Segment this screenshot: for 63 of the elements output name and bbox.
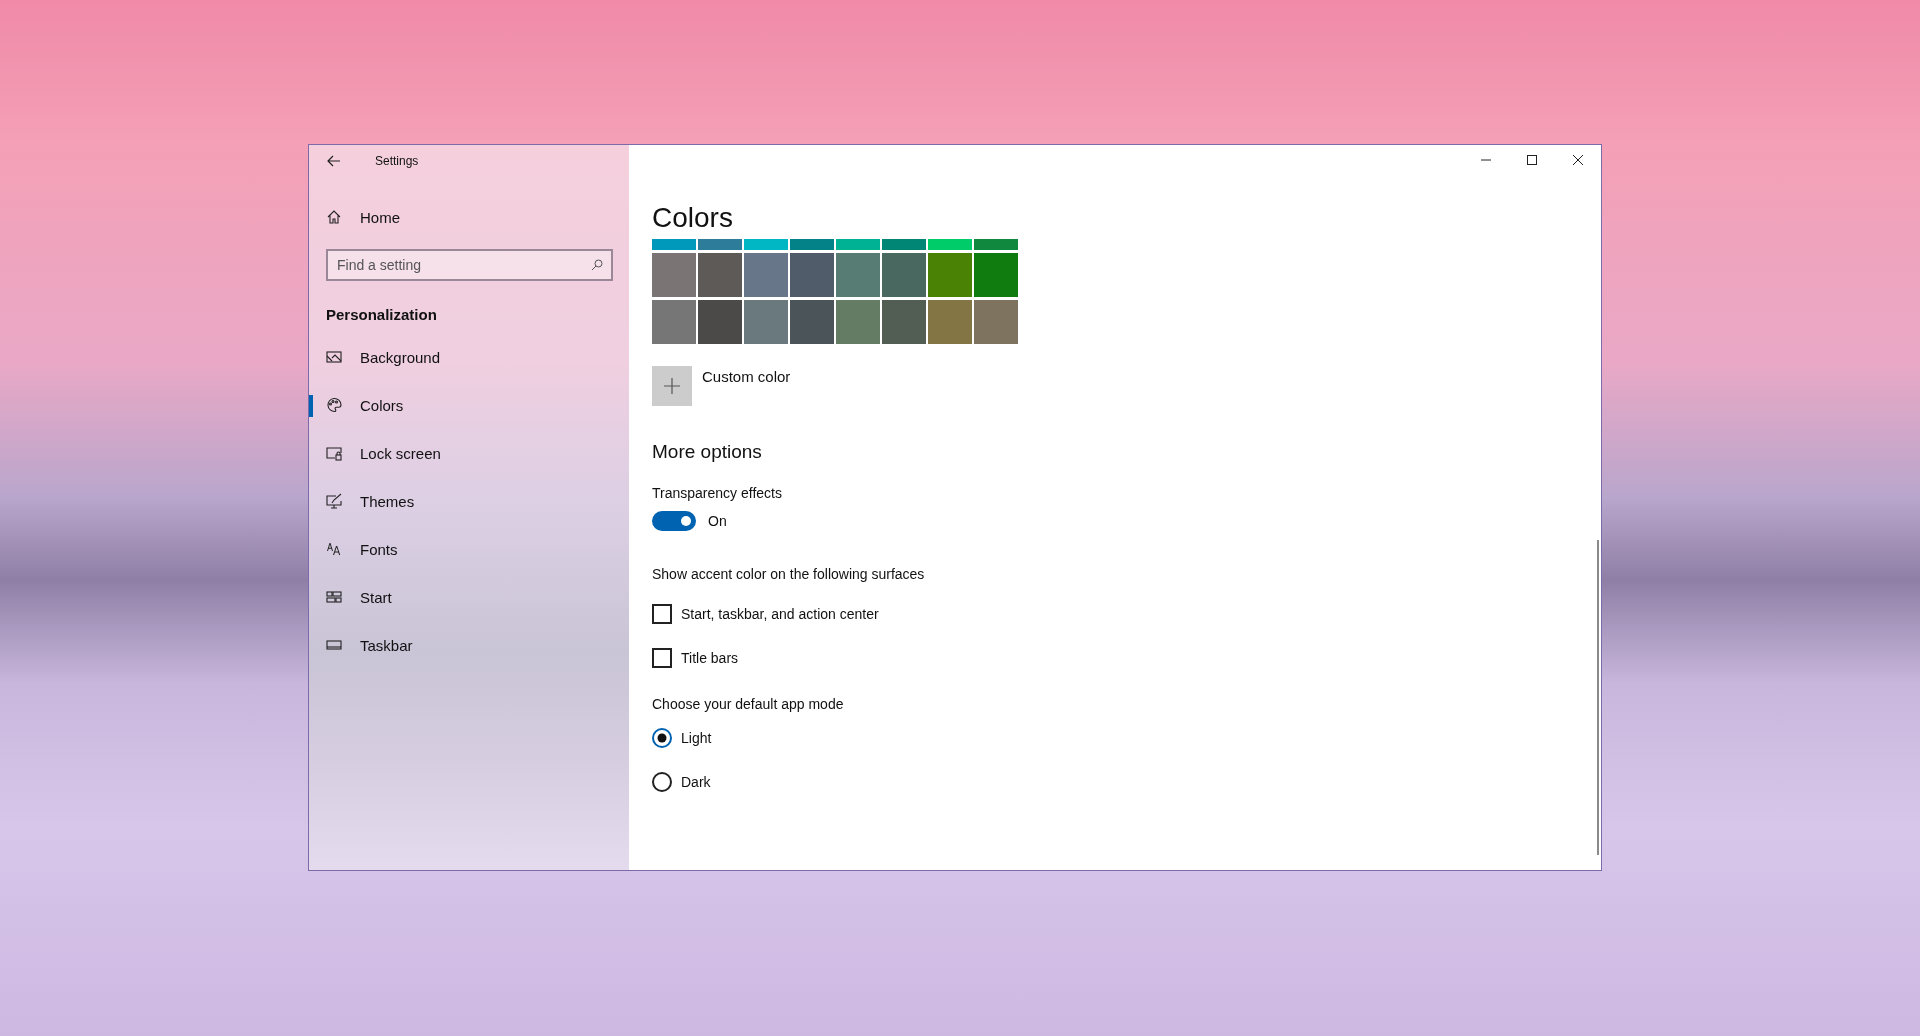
color-swatch[interactable] (744, 239, 788, 250)
section-heading: Personalization (325, 305, 438, 325)
sidebar-item[interactable]: Lock screen (309, 429, 629, 477)
back-arrow-icon[interactable] (327, 155, 341, 167)
radio-button[interactable] (652, 728, 672, 748)
color-swatch[interactable] (974, 300, 1018, 344)
setting-label: Transparency effects (652, 484, 783, 502)
color-swatch[interactable] (974, 239, 1018, 250)
custom-color-label[interactable]: Custom color (702, 368, 791, 385)
checkbox-label[interactable]: Start, taskbar, and action center (681, 606, 879, 622)
color-swatch[interactable] (652, 300, 696, 344)
color-swatch[interactable] (836, 300, 880, 344)
color-swatch[interactable] (790, 300, 834, 344)
color-swatch[interactable] (652, 239, 696, 250)
tiles-icon (326, 589, 342, 605)
color-swatch[interactable] (790, 253, 834, 297)
color-swatch[interactable] (790, 239, 834, 250)
color-swatch[interactable] (744, 253, 788, 297)
sidebar-item[interactable]: Start (309, 573, 629, 621)
page-title: Colors (652, 201, 734, 235)
home-icon (326, 209, 342, 225)
home-nav-item[interactable]: Home (309, 195, 629, 239)
radio-label[interactable]: Dark (681, 774, 711, 790)
lock-screen-icon (326, 445, 342, 461)
palette-icon (326, 397, 342, 413)
toggle-state-label: On (708, 513, 727, 529)
sidebar-item[interactable]: Themes (309, 477, 629, 525)
checkbox[interactable] (652, 604, 672, 624)
color-swatch[interactable] (882, 253, 926, 297)
color-swatch[interactable] (928, 300, 972, 344)
checkbox[interactable] (652, 648, 672, 668)
radio-label[interactable]: Light (681, 730, 712, 746)
scrollbar[interactable] (1597, 540, 1599, 855)
window-title: Settings (375, 154, 419, 168)
color-swatch[interactable] (882, 300, 926, 344)
color-swatch[interactable] (928, 239, 972, 250)
setting-label: Show accent color on the following surfaces (652, 565, 926, 583)
color-swatch[interactable] (744, 300, 788, 344)
radio-button[interactable] (652, 772, 672, 792)
brush-monitor-icon (326, 493, 342, 509)
section-heading: More options (652, 440, 763, 464)
color-swatch[interactable] (698, 239, 742, 250)
color-swatch[interactable] (882, 239, 926, 250)
color-swatch[interactable] (928, 253, 972, 297)
sidebar-item[interactable]: Fonts (309, 525, 629, 573)
color-swatch[interactable] (698, 253, 742, 297)
sidebar-item[interactable]: Taskbar (309, 621, 629, 669)
color-swatch[interactable] (974, 253, 1018, 297)
color-swatch[interactable] (836, 253, 880, 297)
color-swatch[interactable] (836, 239, 880, 250)
plus-button[interactable] (652, 366, 692, 406)
font-icon (326, 541, 342, 557)
color-swatch[interactable] (698, 300, 742, 344)
sidebar-item[interactable]: Colors (309, 381, 629, 429)
taskbar-icon (326, 637, 342, 653)
sidebar-item[interactable]: Background (309, 333, 629, 381)
picture-icon (326, 349, 342, 365)
toggle-switch[interactable] (652, 511, 696, 531)
color-swatch[interactable] (652, 253, 696, 297)
search-field[interactable]: Find a setting (326, 249, 613, 281)
checkbox-label[interactable]: Title bars (681, 650, 739, 666)
search-icon (591, 259, 603, 271)
setting-label: Choose your default app mode (652, 695, 845, 713)
